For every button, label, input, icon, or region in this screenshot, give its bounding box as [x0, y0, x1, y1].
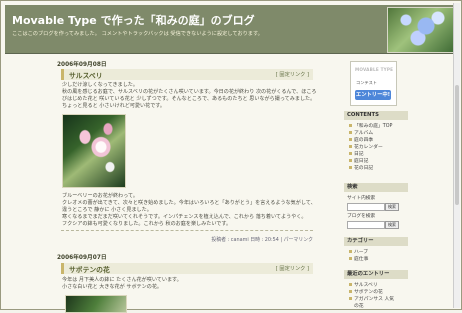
- bullet-icon: [349, 250, 352, 253]
- contents-heading: CONTENTS: [344, 111, 408, 120]
- bullet-icon: [349, 166, 352, 169]
- caption-line: フクシアの鉢も可愛くなりました。これから 秋のお庭を楽しみたいです。: [62, 221, 232, 227]
- post-title-bar: サルスベリ [ 固定リンク ]: [61, 69, 313, 80]
- cactus-photo: [65, 295, 127, 313]
- recent-heading: 最近のエントリー: [344, 270, 408, 279]
- permalink-link[interactable]: [ 固定リンク ]: [276, 265, 309, 272]
- sidebar-link[interactable]: 花の日記: [354, 164, 373, 171]
- post-paragraph-line: 小さな白い花と 大きな花が サボテンの花。: [62, 284, 163, 290]
- bullet-icon: [349, 152, 352, 155]
- bullet-icon: [349, 145, 352, 148]
- category-link[interactable]: ハーブ: [354, 248, 368, 255]
- crape-myrtle-photo: [62, 114, 126, 188]
- recent-entry-link[interactable]: サボテンの花: [354, 288, 383, 295]
- main-content: 2006年09月08日 サルスベリ [ 固定リンク ] 少しだけ涼しくなってきま…: [57, 59, 317, 313]
- blog-search-button[interactable]: 検索: [385, 221, 399, 229]
- browser-page: Movable Type で作った「和みの庭」のブログ ここはこのブログを作って…: [0, 0, 462, 313]
- blog-description: ここはこのブログを作ってみました。 コメントやトラックバックは 受信できないよう…: [12, 31, 263, 37]
- sidebar-link[interactable]: 花カレンダー: [354, 143, 383, 150]
- contest-label: コンテスト: [356, 80, 377, 85]
- caption-line: 寒くなるまでまだまだ咲いてくれそうです。インパチェンスを植え込んで、これから 落…: [62, 214, 307, 220]
- sidebar-link[interactable]: 庭日記: [354, 157, 368, 164]
- bullet-icon: [349, 138, 352, 141]
- sidebar-link[interactable]: 庭の四季: [354, 136, 373, 143]
- post-paragraph-line: 少しだけ涼しくなってきました。: [62, 82, 138, 88]
- site-search-button[interactable]: 検索: [385, 203, 399, 211]
- bullet-icon: [349, 297, 352, 300]
- bullet-icon: [349, 124, 352, 127]
- caption-line: クレオメの蕾が出てきて、次々と咲き始めました。今年はいろいろと「ありがとう」を言…: [62, 200, 316, 206]
- bullet-icon: [349, 257, 352, 260]
- entry-button[interactable]: エントリー中!: [355, 90, 391, 100]
- category-heading: カテゴリー: [344, 237, 408, 246]
- sidebar-link[interactable]: アルバム: [354, 129, 373, 136]
- post-paragraph-line: びはじめた花と 咲いている花と 少しずつです。そんなところで、あるものたちと 思…: [62, 96, 316, 102]
- site-search-label: サイト内検索: [347, 196, 376, 201]
- hydrangea-header-image: [387, 7, 455, 53]
- bullet-icon: [349, 283, 352, 286]
- recent-entry-link[interactable]: アガパンサス 人気: [354, 295, 394, 302]
- post-meta[interactable]: 投稿者 : canami 日時 : 20:54 | パーマリンク: [211, 236, 313, 243]
- post-paragraph-line: 今年は 月下美人の鉢に たくさん花が咲いています。: [62, 277, 182, 283]
- post-divider: [61, 230, 313, 231]
- bullet-icon: [349, 159, 352, 162]
- blog-title[interactable]: Movable Type で作った「和みの庭」のブログ: [12, 12, 255, 28]
- vertical-scrollbar[interactable]: [453, 3, 460, 308]
- sidebar: MOVABLE TYPE コンテスト エントリー中! CONTENTS 「和みの…: [344, 59, 420, 311]
- post-title-bar: サボテンの花 [ 固定リンク ]: [61, 263, 313, 274]
- scrollbar-thumb[interactable]: [455, 85, 459, 205]
- blog-search-label: ブログを検索: [347, 214, 376, 219]
- post-title[interactable]: サルスベリ: [69, 70, 103, 80]
- movable-type-contest-banner[interactable]: MOVABLE TYPE コンテスト エントリー中!: [350, 61, 397, 106]
- blog-header: Movable Type で作った「和みの庭」のブログ ここはこのブログを作って…: [5, 5, 458, 54]
- bullet-icon: [349, 131, 352, 134]
- post-date: 2006年09月07日: [57, 255, 107, 261]
- recent-entry-link-continuation[interactable]: の花: [354, 302, 364, 309]
- site-search-input[interactable]: [347, 203, 385, 211]
- brand-label: MOVABLE TYPE: [355, 67, 394, 72]
- sidebar-link[interactable]: 「和みの庭」TOP: [354, 122, 392, 129]
- blog-search-input[interactable]: [347, 221, 385, 229]
- search-heading: 検索: [344, 183, 408, 192]
- category-link[interactable]: 庭仕事: [354, 255, 368, 262]
- post-title[interactable]: サボテンの花: [69, 264, 110, 274]
- caption-line: 違うところで 静かに 小さく見ました。: [62, 207, 152, 213]
- post-paragraph-line: ちょっと見ると 小さいけれど可愛い花です。: [62, 103, 165, 109]
- caption-line: ブルーベリーのお花が終わって。: [62, 193, 138, 199]
- recent-entry-link[interactable]: サルスベリ: [354, 281, 378, 288]
- sidebar-link[interactable]: 日記: [354, 150, 364, 157]
- bullet-icon: [349, 290, 352, 293]
- post-paragraph-line: 秋の風を感じるお庭で、サルスベリの花がたくさん咲いています。今日の花が終わり 次…: [62, 89, 317, 95]
- post-date: 2006年09月08日: [57, 62, 107, 68]
- permalink-link[interactable]: [ 固定リンク ]: [276, 71, 309, 78]
